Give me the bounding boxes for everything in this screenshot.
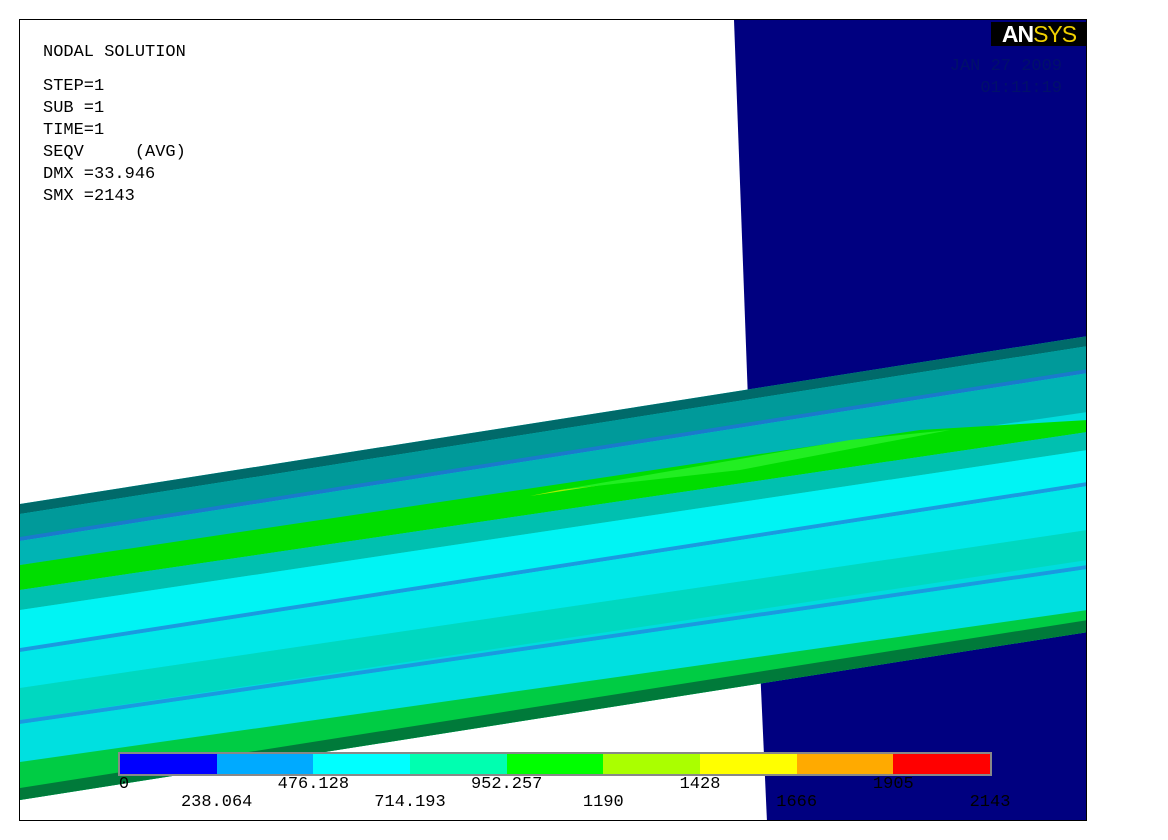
time-label: TIME=1: [43, 121, 105, 140]
max-displacement-label: DMX =33.946: [43, 165, 156, 184]
legend-swatch-8: [893, 754, 991, 774]
max-stress-label: SMX =2143: [43, 187, 135, 206]
legend-swatch-7: [796, 754, 894, 774]
legend-swatch-1: [216, 754, 314, 774]
legend-label-bottom-4: 2143: [969, 793, 1011, 812]
step-label: STEP=1: [43, 77, 105, 96]
logo-sys: SYS: [1033, 21, 1077, 47]
legend-label-bottom-1: 714.193: [374, 793, 446, 812]
result-item-label: SEQV (AVG): [43, 143, 186, 162]
date-stamp: JAN 27 2009: [949, 57, 1062, 76]
legend-label-top-1: 476.128: [277, 775, 350, 794]
model-render[interactable]: [20, 20, 1087, 821]
legend-label-bottom-2: 1190: [582, 793, 624, 812]
ansys-logo: ANSYS: [991, 21, 1086, 47]
contour-legend-bar: [118, 752, 992, 776]
legend-label-bottom-0: 238.064: [180, 793, 253, 812]
legend-swatch-3: [410, 754, 507, 774]
logo-an: AN: [1001, 21, 1034, 47]
legend-swatch-6: [700, 754, 797, 774]
legend-swatch-0: [120, 754, 217, 774]
substep-label: SUB =1: [43, 99, 105, 118]
legend-swatch-4: [506, 754, 604, 774]
legend-swatch-2: [313, 754, 411, 774]
legend-swatch-5: [603, 754, 701, 774]
solution-title: NODAL SOLUTION: [43, 43, 186, 62]
legend-label-top-3: 1428: [679, 775, 721, 794]
time-stamp: 01:11:19: [980, 79, 1062, 98]
legend-label-top-0: 0: [118, 775, 130, 794]
legend-label-bottom-3: 1666: [776, 793, 818, 812]
legend-label-top-2: 952.257: [470, 775, 543, 794]
graphics-window[interactable]: NODAL SOLUTION STEP=1 SUB =1 TIME=1 SEQV…: [19, 19, 1087, 821]
legend-label-top-4: 1905: [872, 775, 914, 794]
